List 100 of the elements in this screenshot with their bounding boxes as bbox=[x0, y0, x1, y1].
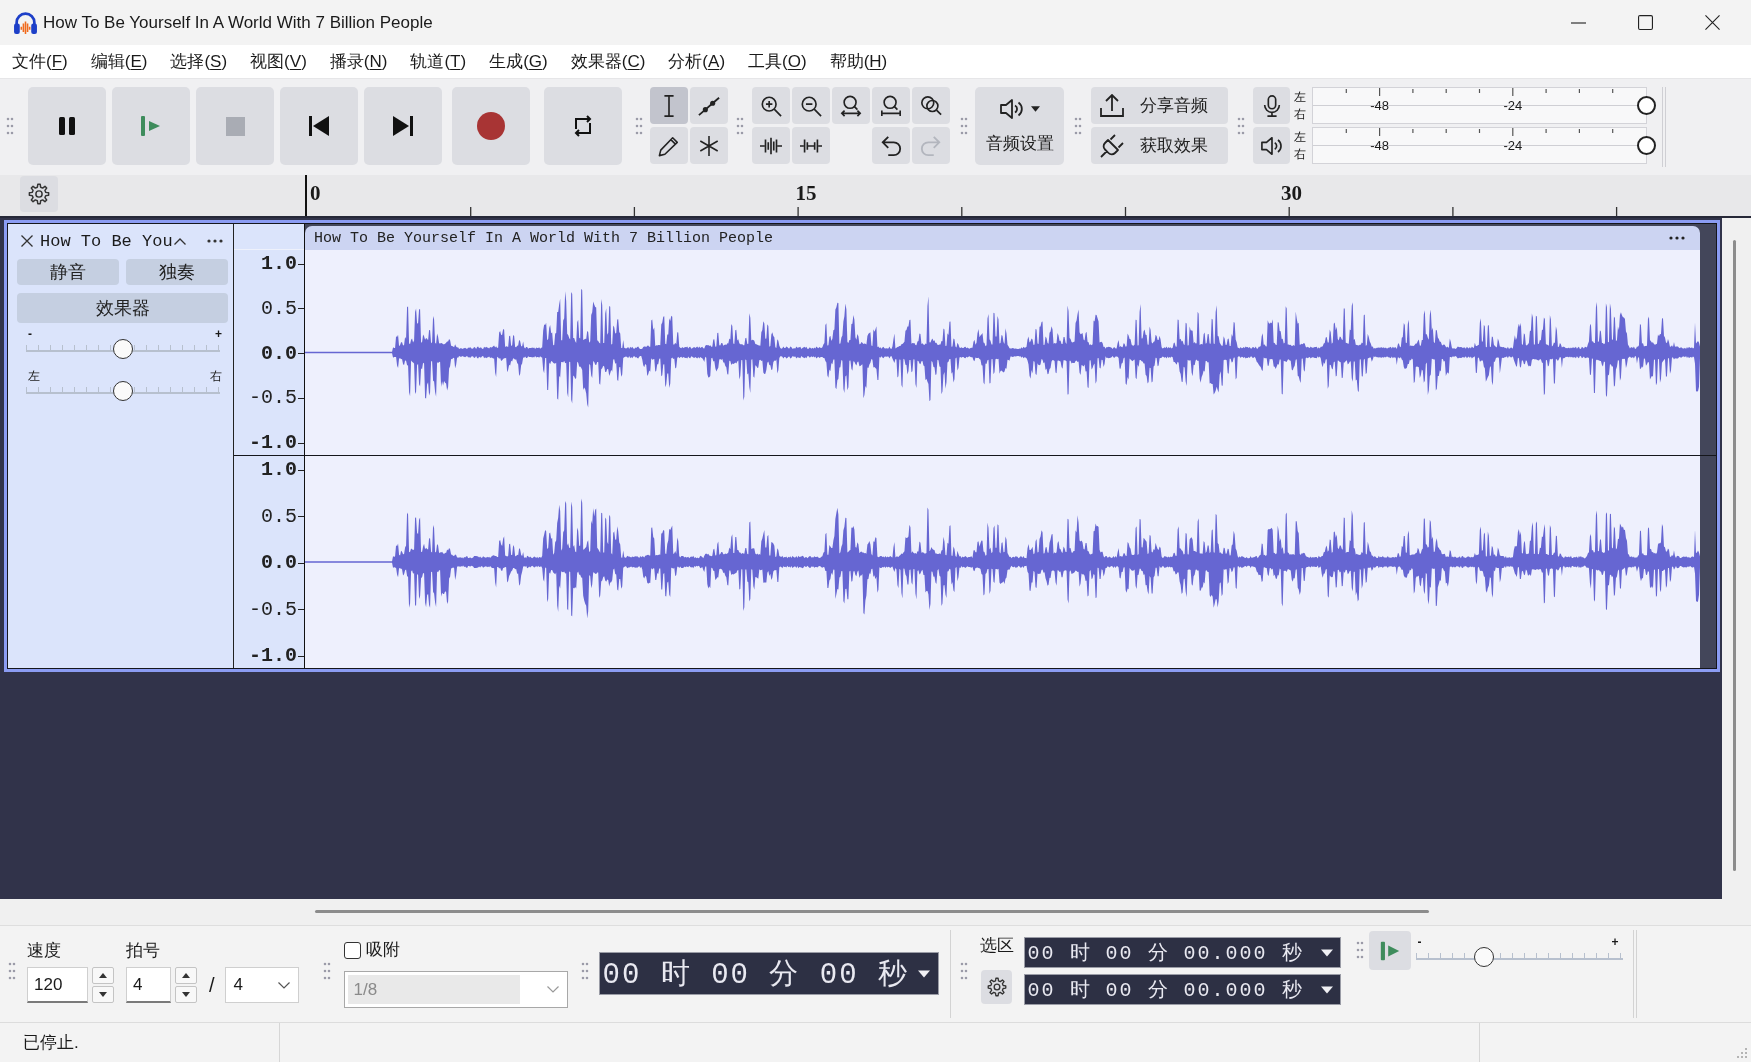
status-text: 已停止. bbox=[23, 1032, 79, 1054]
scrollbar-thumb[interactable] bbox=[1733, 240, 1736, 871]
amplitude-label: -1.0 bbox=[249, 645, 304, 667]
playback-meter-button[interactable] bbox=[1253, 127, 1290, 164]
solo-button[interactable]: 独奏 bbox=[126, 259, 228, 285]
amplitude-label: -1.0 bbox=[249, 432, 304, 454]
envelope-tool-button[interactable] bbox=[690, 87, 728, 124]
play-at-speed-button[interactable] bbox=[1368, 931, 1411, 970]
menu-item[interactable]: 选择(S) bbox=[170, 50, 228, 73]
zoom-out-button[interactable] bbox=[792, 87, 830, 124]
menu-item[interactable]: 文件(F) bbox=[12, 50, 68, 73]
trim-button[interactable] bbox=[752, 127, 790, 164]
play-button[interactable] bbox=[112, 87, 190, 165]
caret-icon bbox=[1031, 106, 1040, 112]
draw-tool-button[interactable] bbox=[650, 127, 688, 164]
undo-button[interactable] bbox=[872, 127, 910, 164]
menu-item[interactable]: 帮助(H) bbox=[829, 50, 888, 73]
more-icon[interactable] bbox=[1668, 236, 1686, 240]
slider-label: + bbox=[215, 327, 222, 341]
effects-button[interactable]: 效果器 bbox=[17, 293, 228, 323]
grip-icon[interactable] bbox=[635, 116, 643, 136]
record-icon bbox=[477, 112, 505, 140]
down-triangle-icon bbox=[99, 992, 107, 997]
grip-icon[interactable] bbox=[580, 961, 589, 981]
skip-start-button[interactable] bbox=[280, 87, 358, 165]
share-audio-button[interactable]: 分享音频 bbox=[1091, 87, 1228, 124]
menu-item[interactable]: 轨道(T) bbox=[410, 50, 467, 73]
spin-down-button[interactable] bbox=[175, 986, 197, 1003]
audio-setup-button[interactable]: 音频设置 bbox=[975, 87, 1064, 165]
channel-label: 左 bbox=[1294, 128, 1306, 146]
close-icon bbox=[1705, 15, 1720, 30]
grip-icon[interactable] bbox=[736, 116, 744, 136]
spin-up-button[interactable] bbox=[92, 967, 114, 984]
close-icon[interactable] bbox=[21, 235, 33, 247]
skip-to-end-icon bbox=[391, 114, 415, 138]
up-triangle-icon bbox=[182, 973, 190, 978]
amplitude-label: 0.5 bbox=[261, 505, 304, 528]
more-icon[interactable] bbox=[207, 239, 223, 243]
zoom-fit-button[interactable] bbox=[872, 87, 910, 124]
slider-thumb[interactable] bbox=[1636, 136, 1656, 155]
window-title: How To Be Yourself In A World With 7 Billion People bbox=[43, 12, 433, 33]
silence-button[interactable] bbox=[792, 127, 830, 164]
grip-icon[interactable] bbox=[1237, 116, 1245, 136]
tempo-field[interactable]: 120 bbox=[27, 967, 88, 1003]
pause-button[interactable] bbox=[28, 87, 106, 165]
settings-icon bbox=[986, 977, 1007, 997]
beats-field[interactable]: 4 bbox=[126, 967, 171, 1003]
slider-label: - bbox=[1417, 935, 1422, 949]
grip-icon[interactable] bbox=[1074, 116, 1082, 136]
multi-tool-button[interactable] bbox=[690, 127, 728, 164]
menu-item[interactable]: 分析(A) bbox=[668, 50, 726, 73]
beat-unit-dropdown[interactable]: 4 bbox=[224, 967, 299, 1003]
record-meter-button[interactable] bbox=[1253, 87, 1290, 124]
time-field[interactable]: 00 时 00 分 00.000 秒 bbox=[1023, 937, 1341, 968]
zoom-to-selection-icon bbox=[840, 94, 862, 117]
menu-item[interactable]: 播录(N) bbox=[329, 50, 388, 73]
settings-button[interactable] bbox=[981, 970, 1013, 1004]
time-display[interactable]: 00 时 00 分 00 秒 bbox=[598, 952, 939, 995]
slider-label: - bbox=[28, 327, 32, 341]
menu-item[interactable]: 效果器(C) bbox=[570, 50, 646, 73]
time-field[interactable]: 00 时 00 分 00.000 秒 bbox=[1023, 974, 1341, 1005]
menu-item[interactable]: 生成(G) bbox=[489, 50, 548, 73]
clip-header[interactable]: How To Be Yourself In A World With 7 Billion People bbox=[305, 226, 1700, 250]
scrollbar-thumb[interactable] bbox=[315, 910, 1429, 913]
amplitude-label: 0.0 bbox=[261, 552, 304, 574]
grip-icon[interactable] bbox=[960, 116, 968, 136]
checkbox-label: 吸附 bbox=[365, 940, 400, 960]
select-tool-button[interactable] bbox=[650, 87, 688, 124]
skip-end-button[interactable] bbox=[364, 87, 442, 165]
grip-icon[interactable] bbox=[322, 961, 331, 981]
spin-down-button[interactable] bbox=[92, 986, 114, 1003]
zoom-toggle-button[interactable] bbox=[912, 87, 950, 124]
slider-thumb[interactable] bbox=[113, 339, 133, 359]
grip-icon[interactable] bbox=[1355, 940, 1364, 960]
time-signature-label: 拍号 bbox=[126, 941, 161, 961]
headphones-icon bbox=[13, 10, 38, 35]
resize-grip-icon[interactable] bbox=[1736, 1047, 1748, 1059]
record-button[interactable] bbox=[452, 87, 530, 165]
zoom-toggle-icon bbox=[920, 94, 942, 117]
menu-item[interactable]: 工具(O) bbox=[748, 50, 807, 73]
zoom-selection-button[interactable] bbox=[832, 87, 870, 124]
grip-icon[interactable] bbox=[8, 961, 16, 981]
track-name[interactable]: How To Be You bbox=[40, 231, 173, 251]
slider-thumb[interactable] bbox=[1473, 947, 1494, 967]
slider-thumb[interactable] bbox=[113, 381, 133, 401]
zoom-in-button[interactable] bbox=[752, 87, 790, 124]
zoom-in-icon bbox=[760, 94, 782, 117]
selection-label: 选区 bbox=[979, 936, 1014, 956]
loop-button[interactable] bbox=[544, 87, 622, 165]
settings-button[interactable] bbox=[20, 176, 58, 212]
menu-item[interactable]: 编辑(E) bbox=[90, 50, 148, 73]
slider-label: 左 bbox=[28, 369, 40, 383]
play-icon bbox=[1378, 939, 1401, 962]
grip-icon[interactable] bbox=[959, 961, 968, 981]
grip-icon[interactable] bbox=[6, 116, 14, 136]
chevron-up-icon[interactable] bbox=[173, 237, 186, 245]
menu-item[interactable]: 视图(V) bbox=[250, 50, 307, 73]
slider-thumb[interactable] bbox=[1636, 96, 1656, 115]
spin-up-button[interactable] bbox=[175, 967, 197, 984]
get-effects-button[interactable]: 获取效果 bbox=[1091, 127, 1228, 164]
